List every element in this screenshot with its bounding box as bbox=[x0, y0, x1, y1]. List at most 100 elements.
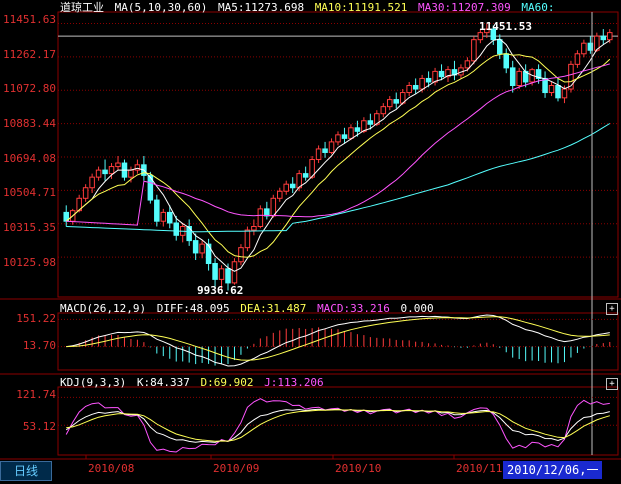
candle-body bbox=[95, 169, 102, 178]
candle-body bbox=[516, 70, 522, 87]
ma30-value: MA30:11207.309 bbox=[418, 1, 511, 14]
main-header: 道琼工业 MA(5,10,30,60) MA5:11273.698 MA10:1… bbox=[60, 1, 559, 15]
candle-body bbox=[89, 176, 95, 189]
candle-body bbox=[134, 164, 141, 171]
month-label: 2010/09 bbox=[213, 462, 260, 475]
ytick-label: 10125.98 bbox=[3, 256, 56, 269]
candle-body bbox=[115, 162, 121, 168]
high-price-label: 11451.53 bbox=[479, 20, 532, 33]
symbol-title: 道琼工业 bbox=[60, 1, 104, 14]
kdj-j: J:113.206 bbox=[264, 376, 324, 389]
ma-indicator-label: MA(5,10,30,60) bbox=[114, 1, 208, 14]
candle-body bbox=[477, 32, 484, 41]
candle-body bbox=[251, 226, 257, 231]
candle-body bbox=[464, 60, 471, 69]
candle-body bbox=[225, 268, 231, 284]
macd-ytick-label: 13.70 bbox=[22, 339, 56, 352]
candle-body bbox=[205, 243, 212, 265]
macd-expand-button[interactable]: + bbox=[606, 303, 618, 315]
low-price-label: 9936.62 bbox=[197, 284, 244, 297]
candle-body bbox=[238, 247, 244, 263]
candle-body bbox=[257, 208, 264, 227]
candle-body bbox=[231, 261, 238, 284]
candle-body bbox=[277, 190, 283, 199]
candle-body bbox=[328, 141, 335, 153]
cursor-date-readout: 2010/12/06,一 bbox=[503, 461, 603, 479]
ytick-label: 10315.35 bbox=[3, 221, 56, 234]
chart-stage[interactable] bbox=[0, 0, 621, 481]
main-panel-frame bbox=[57, 11, 619, 298]
candle-body bbox=[128, 169, 134, 178]
ma5-line bbox=[65, 38, 611, 272]
ma10-value: MA10:11191.521 bbox=[314, 1, 408, 14]
macd-dea: DEA:31.487 bbox=[240, 302, 307, 315]
month-label: 2010/08 bbox=[88, 462, 135, 475]
kdj-ytick-label: 53.12 bbox=[22, 420, 56, 433]
candle-body bbox=[561, 88, 568, 99]
month-label: 2010/11 bbox=[456, 462, 503, 475]
period-tab-daily[interactable]: 日线 bbox=[0, 461, 52, 481]
ma5-value: MA5:11273.698 bbox=[217, 1, 305, 14]
candle-body bbox=[82, 187, 89, 199]
candle-body bbox=[108, 166, 115, 175]
candle-body bbox=[218, 268, 225, 280]
candle-body bbox=[167, 211, 173, 224]
candle-body bbox=[302, 173, 309, 178]
candle-body bbox=[542, 77, 548, 94]
ytick-label: 10504.71 bbox=[3, 186, 56, 199]
candle-body bbox=[425, 77, 432, 83]
candle-body bbox=[406, 85, 412, 94]
candle-body bbox=[380, 106, 387, 115]
candle-body bbox=[322, 148, 328, 153]
macd-header: MACD(26,12,9) DIFF:48.095 DEA:31.487 MAC… bbox=[60, 302, 438, 316]
candle-body bbox=[341, 134, 348, 139]
candle-body bbox=[607, 32, 613, 41]
candle-body bbox=[393, 99, 399, 104]
candle-body bbox=[348, 127, 354, 139]
candle-body bbox=[419, 77, 425, 90]
kdj-d: D:69.902 bbox=[200, 376, 254, 389]
candle-body bbox=[581, 42, 587, 55]
candle-body bbox=[367, 120, 374, 125]
candle-body bbox=[503, 53, 509, 69]
candle-body bbox=[548, 85, 555, 94]
ytick-label: 11262.17 bbox=[3, 48, 56, 61]
ytick-label: 10883.44 bbox=[3, 117, 56, 130]
chart-canvas[interactable] bbox=[0, 0, 621, 481]
kdj-label: KDJ(9,3,3) bbox=[60, 376, 127, 389]
candle-body bbox=[600, 35, 607, 41]
macd-ytick-label: 151.22 bbox=[16, 312, 56, 325]
candle-body bbox=[354, 127, 361, 132]
candle-body bbox=[160, 211, 167, 222]
candle-body bbox=[244, 229, 251, 249]
candle-body bbox=[192, 240, 199, 254]
ma60-value: MA60: bbox=[521, 1, 555, 14]
kdj-expand-button[interactable]: + bbox=[606, 378, 618, 390]
ytick-label: 10694.08 bbox=[3, 152, 56, 165]
candle-body bbox=[335, 134, 341, 143]
candle-body bbox=[497, 39, 503, 55]
candle-body bbox=[186, 226, 192, 242]
candle-body bbox=[315, 148, 322, 161]
candle-body bbox=[199, 243, 205, 254]
macd-value: MACD:33.216 bbox=[317, 302, 390, 315]
kdj-ytick-label: 121.74 bbox=[16, 388, 56, 401]
candle-body bbox=[173, 222, 179, 236]
macd-zero: 0.000 bbox=[400, 302, 434, 315]
candle-body bbox=[264, 208, 270, 217]
ytick-label: 11451.63 bbox=[3, 13, 56, 26]
candle-body bbox=[289, 183, 296, 189]
candle-body bbox=[283, 183, 289, 192]
kdj-header: KDJ(9,3,3) K:84.337 D:69.902 J:113.206 bbox=[60, 376, 328, 390]
candle-body bbox=[438, 70, 445, 78]
ytick-label: 11072.80 bbox=[3, 82, 56, 95]
kdj-k: K:84.337 bbox=[136, 376, 190, 389]
candle-body bbox=[102, 169, 108, 175]
macd-diff: DIFF:48.095 bbox=[156, 302, 230, 315]
candle-body bbox=[555, 85, 561, 99]
macd-label: MACD(26,12,9) bbox=[60, 302, 147, 315]
candle-body bbox=[574, 53, 581, 65]
month-label: 2010/10 bbox=[335, 462, 382, 475]
candle-body bbox=[154, 199, 160, 222]
candle-body bbox=[412, 85, 419, 90]
